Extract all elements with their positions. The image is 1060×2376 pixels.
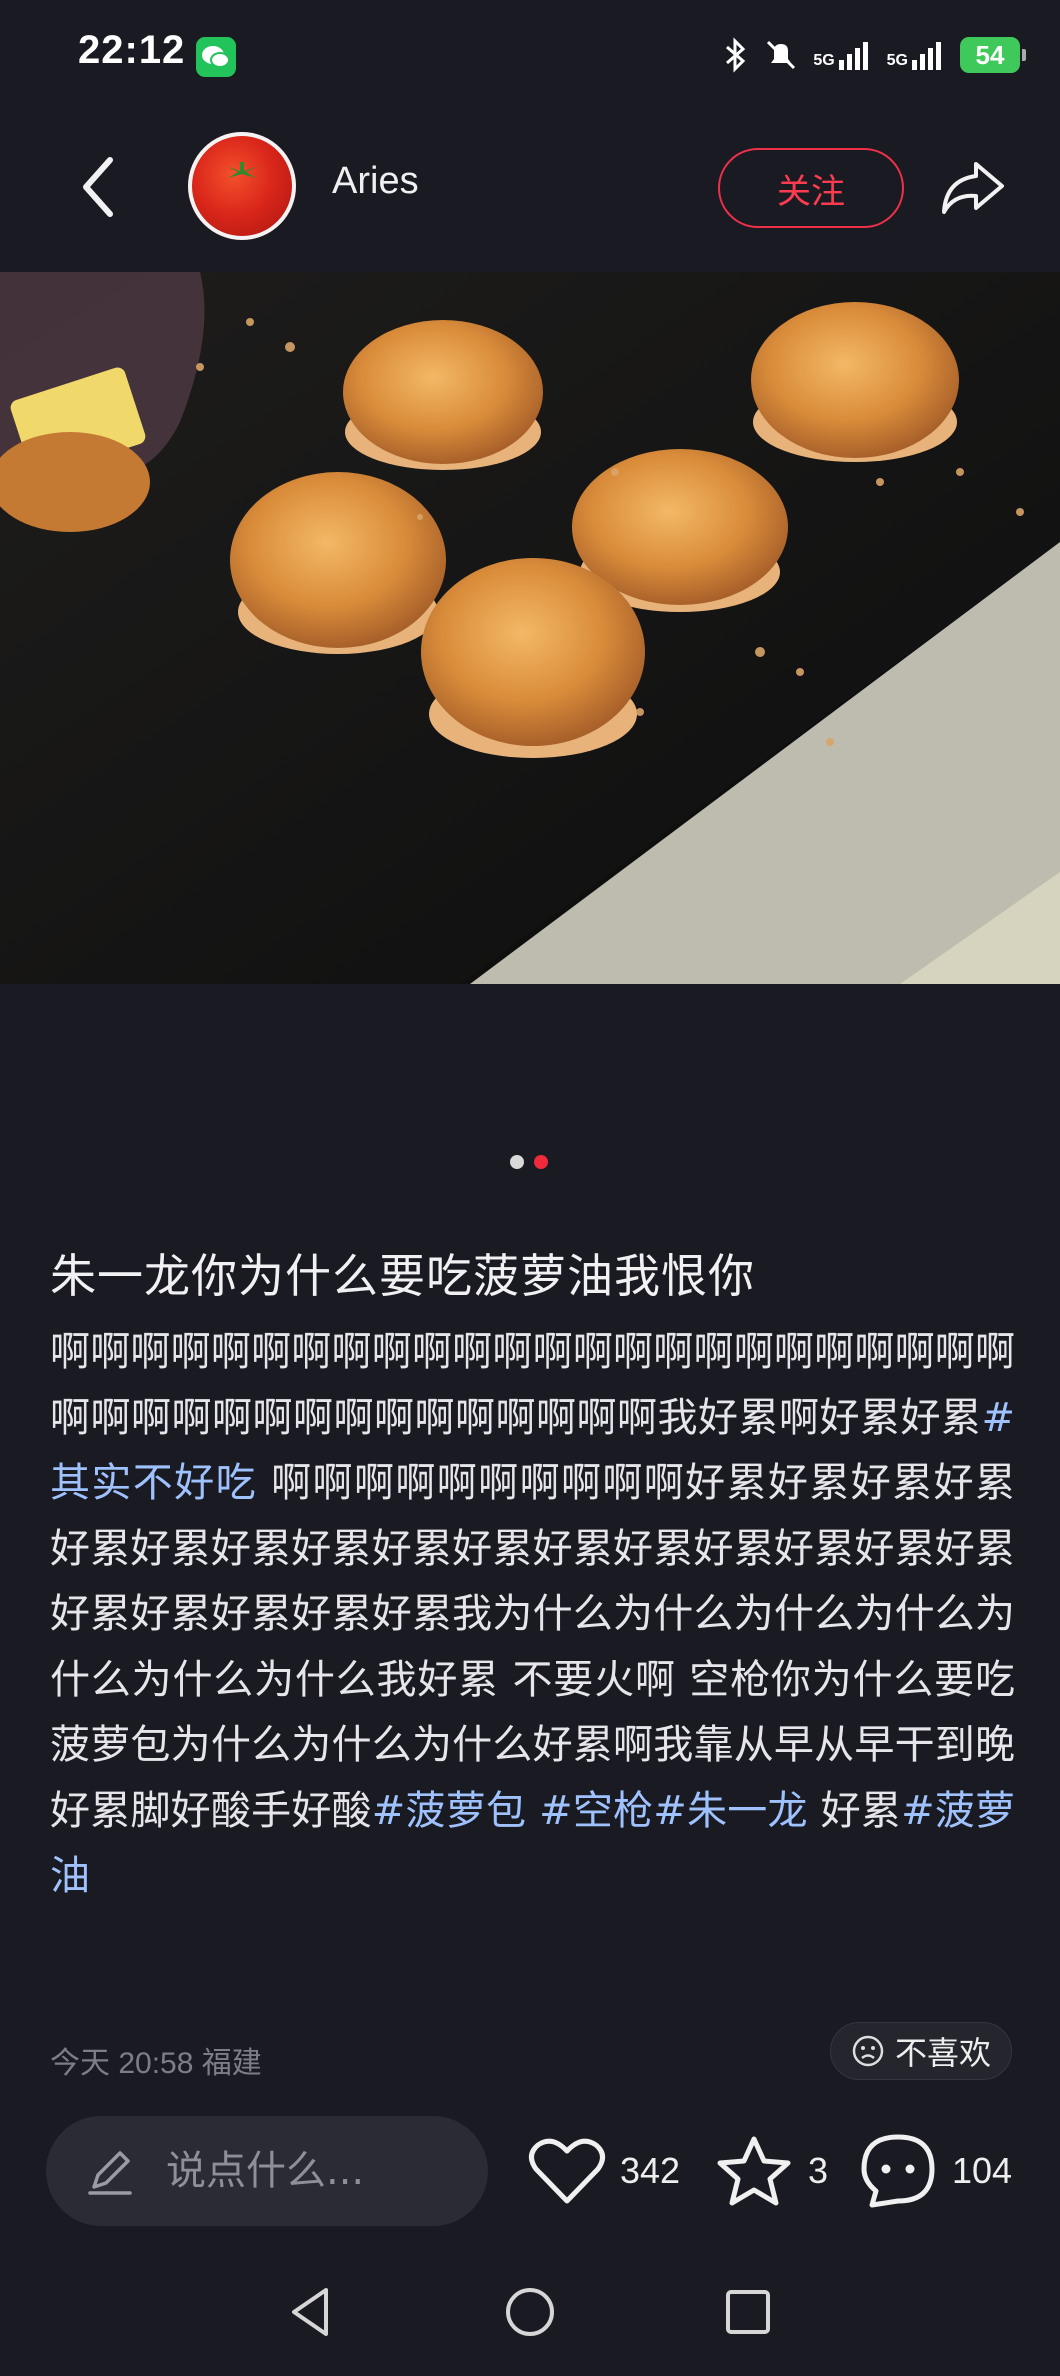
star-icon	[717, 2136, 791, 2206]
status-time: 22:12	[78, 28, 186, 72]
post-title: 朱一龙你为什么要吃菠萝油我恨你	[50, 1249, 755, 1303]
post-body: 啊啊啊啊啊啊啊啊啊啊啊啊啊啊啊啊啊啊啊啊啊啊啊啊啊啊啊啊啊啊啊啊啊啊啊啊啊啊啊我…	[50, 1320, 1015, 1910]
signal-icon	[838, 42, 868, 70]
network-type-1: 5G	[813, 52, 835, 69]
pencil-icon	[88, 2151, 132, 2195]
bluetooth-icon	[726, 37, 746, 73]
body-text: 啊啊啊啊啊啊啊啊啊啊好累好累好累好累好累好累好累好累好累好累好累好累好累好累好累…	[50, 1460, 1016, 1834]
signal-icon	[912, 42, 941, 70]
wechat-icon	[196, 37, 236, 77]
system-back-button[interactable]	[282, 2282, 342, 2342]
share-button[interactable]	[938, 156, 1008, 220]
tomato-leaf-icon	[226, 162, 258, 178]
carousel-dot[interactable]	[510, 1155, 524, 1169]
comment-button[interactable]: 104	[858, 2126, 1012, 2216]
favorite-count: 3	[808, 2150, 829, 2191]
favorite-button[interactable]: 3	[714, 2126, 828, 2216]
network-type-2: 5G	[886, 52, 908, 69]
follow-button[interactable]: 关注	[718, 148, 904, 228]
home-circle-icon	[506, 2288, 554, 2336]
share-icon	[942, 162, 1004, 214]
unhappy-face-icon	[852, 2035, 884, 2067]
hashtag-link[interactable]: #菠萝包	[372, 1788, 526, 1834]
post-photo[interactable]	[0, 272, 1060, 984]
battery-level: 54	[975, 39, 1005, 70]
body-text: 啊啊啊啊啊啊啊啊啊啊啊啊啊啊啊啊啊啊啊啊啊啊啊啊啊啊啊啊啊啊啊啊啊啊啊啊啊啊啊我…	[50, 1329, 1015, 1441]
hashtag-link[interactable]: #空枪	[526, 1788, 653, 1834]
system-home-button[interactable]	[500, 2282, 560, 2342]
battery-charging-icon: 54	[960, 37, 1026, 73]
dislike-button[interactable]: 不喜欢	[829, 2022, 1012, 2080]
bun	[343, 320, 543, 470]
body-text: 好累	[807, 1787, 902, 1834]
back-arrow-icon	[83, 157, 113, 217]
pineapple-buns-photo	[0, 272, 1060, 984]
carousel-indicator	[510, 1155, 548, 1169]
username[interactable]: Aries	[332, 160, 419, 203]
dislike-label: 不喜欢	[894, 2034, 991, 2072]
heart-icon	[529, 2138, 605, 2204]
like-count: 342	[620, 2150, 681, 2191]
recents-square-icon	[726, 2290, 770, 2334]
chat-bubble-icon	[861, 2134, 935, 2208]
status-icons: 5G 5G 54	[723, 30, 1026, 80]
back-button[interactable]	[74, 152, 126, 222]
mute-bell-icon	[767, 40, 796, 70]
comment-count: 104	[952, 2150, 1013, 2191]
back-triangle-icon	[292, 2288, 328, 2336]
comment-input[interactable]	[164, 2147, 468, 2195]
comment-input-box[interactable]	[46, 2116, 488, 2226]
carousel-dot-active[interactable]	[534, 1155, 548, 1169]
like-button[interactable]: 342	[528, 2126, 680, 2216]
avatar[interactable]	[188, 132, 296, 240]
system-recents-button[interactable]	[718, 2282, 778, 2342]
hashtag-link[interactable]: #朱一龙	[653, 1788, 807, 1834]
post-meta: 今天 20:58 福建	[50, 2047, 262, 2080]
